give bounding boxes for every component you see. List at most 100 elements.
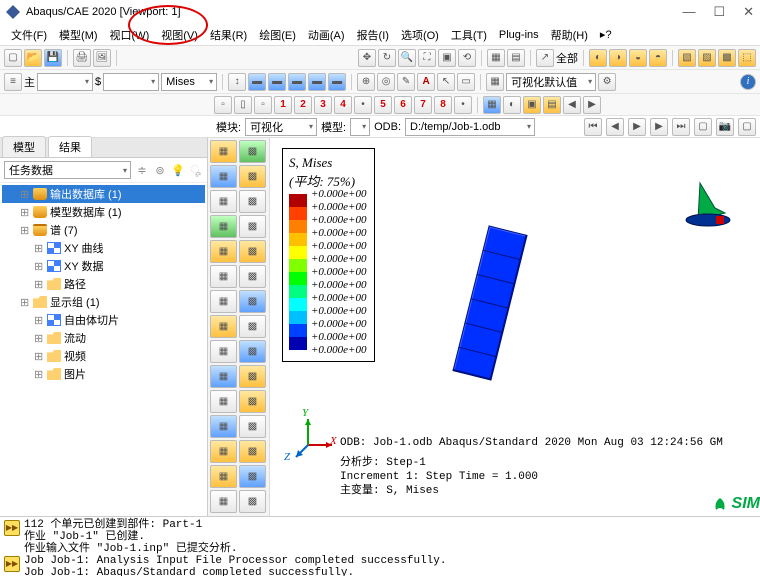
tab-results[interactable]: 结果: [48, 136, 92, 157]
toolbox-btn[interactable]: ▦: [210, 290, 237, 313]
tb-cursor[interactable]: ↖: [437, 73, 455, 91]
menu-report[interactable]: 报告(I): [352, 25, 394, 45]
menu-plot[interactable]: 绘图(E): [254, 25, 301, 45]
tb-ar1[interactable]: ◀: [563, 96, 581, 114]
tb-num4[interactable]: 4: [334, 96, 352, 114]
toolbox-btn[interactable]: ▩: [239, 265, 266, 288]
primary-combo[interactable]: [37, 73, 93, 91]
menu-viewport[interactable]: 视口(W): [105, 25, 155, 45]
tb-q3[interactable]: ✎: [397, 73, 415, 91]
tb-v5[interactable]: ▬: [308, 73, 326, 91]
toolbox-btn[interactable]: ▦: [210, 215, 237, 238]
toolbox-btn[interactable]: ▩: [239, 140, 266, 163]
toolbox-btn[interactable]: ▩: [239, 240, 266, 263]
toolbox-btn[interactable]: ▩: [239, 465, 266, 488]
toolbox-btn[interactable]: ▦: [210, 390, 237, 413]
tb-extra1[interactable]: ▢: [694, 118, 712, 136]
menu-whatsthis[interactable]: ▸?: [595, 26, 617, 43]
tree-node[interactable]: ⊞谱 (7): [2, 221, 205, 239]
results-tree[interactable]: ⊞输出数据库 (1)⊞模型数据库 (1)⊞谱 (7)⊞XY 曲线⊞XY 数据⊞路…: [0, 183, 207, 516]
tb-grid2[interactable]: ▤: [507, 49, 525, 67]
tb-grid1[interactable]: ▦: [487, 49, 505, 67]
tb-pick1[interactable]: ◐: [589, 49, 607, 67]
tb-vi3[interactable]: ▫: [254, 96, 272, 114]
menu-options[interactable]: 选项(O): [396, 25, 444, 45]
tb-pan[interactable]: ✥: [358, 49, 376, 67]
graphics-viewport[interactable]: S, Mises (平均: 75%) +0.000e+00+0.000e+00+…: [270, 138, 760, 516]
toolbox-btn[interactable]: ▩: [239, 165, 266, 188]
task-target-icon[interactable]: ⊚: [153, 163, 167, 177]
menu-plugins[interactable]: Plug-ins: [494, 27, 544, 43]
toolbox-btn[interactable]: ▦: [210, 365, 237, 388]
tb-v1[interactable]: ↕: [228, 73, 246, 91]
toolbox-btn[interactable]: ▦: [210, 265, 237, 288]
tb-dot2[interactable]: •: [454, 96, 472, 114]
toolbox-btn[interactable]: ▩: [239, 365, 266, 388]
tb-v2[interactable]: ▬: [248, 73, 266, 91]
frame-next[interactable]: ▶: [650, 118, 668, 136]
frame-first[interactable]: ⏮: [584, 118, 602, 136]
tb-save[interactable]: 💾: [44, 49, 62, 67]
tb-zoomwin[interactable]: ⛶: [418, 49, 436, 67]
frame-prev[interactable]: ◀: [606, 118, 624, 136]
module-combo[interactable]: 可视化: [245, 118, 317, 136]
menu-tools[interactable]: 工具(T): [446, 25, 492, 45]
tb-fit[interactable]: ▣: [438, 49, 456, 67]
toolbox-btn[interactable]: ▩: [239, 415, 266, 438]
tb-extra2[interactable]: ▢: [738, 118, 756, 136]
tree-node[interactable]: ⊞输出数据库 (1): [2, 185, 205, 203]
toolbox-btn[interactable]: ▩: [239, 190, 266, 213]
tb-v4[interactable]: ▬: [288, 73, 306, 91]
tb-field[interactable]: ≡: [4, 73, 22, 91]
toolbox-btn[interactable]: ▦: [210, 340, 237, 363]
tb-num2[interactable]: 2: [294, 96, 312, 114]
tb-num5[interactable]: 5: [374, 96, 392, 114]
task-settings-icon[interactable]: ೄ: [189, 163, 203, 177]
menu-help[interactable]: 帮助(H): [546, 25, 593, 45]
tree-node[interactable]: ⊞图片: [2, 365, 205, 383]
odb-combo[interactable]: D:/temp/Job-1.odb: [405, 118, 535, 136]
tb-num3[interactable]: 3: [314, 96, 332, 114]
task-bulb-icon[interactable]: 💡: [171, 163, 185, 177]
tree-node[interactable]: ⊞流动: [2, 329, 205, 347]
tb-v3[interactable]: ▬: [268, 73, 286, 91]
toolbox-btn[interactable]: ▦: [210, 490, 237, 513]
tb-zoom[interactable]: 🔍: [398, 49, 416, 67]
tb-pick2[interactable]: ◑: [609, 49, 627, 67]
tb-num7[interactable]: 7: [414, 96, 432, 114]
menu-view[interactable]: 视图(V): [156, 25, 203, 45]
info-button[interactable]: i: [740, 74, 756, 90]
tree-node[interactable]: ⊞XY 曲线: [2, 239, 205, 257]
tb-pick4[interactable]: ◓: [649, 49, 667, 67]
toolbox-btn[interactable]: ▩: [239, 340, 266, 363]
tb-open[interactable]: 📂: [24, 49, 42, 67]
tb-vi2[interactable]: ▯: [234, 96, 252, 114]
tb-image[interactable]: 🖼: [93, 49, 111, 67]
toolbox-btn[interactable]: ▦: [210, 465, 237, 488]
tb-cfg[interactable]: ⚙: [598, 73, 616, 91]
tb-num6[interactable]: 6: [394, 96, 412, 114]
message-area[interactable]: ▶▶ 112 个单元已创建到部件: Part-1 作业 "Job-1" 已创建.…: [0, 516, 760, 576]
tree-node[interactable]: ⊞模型数据库 (1): [2, 203, 205, 221]
tree-node[interactable]: ⊞视频: [2, 347, 205, 365]
tb-cycle[interactable]: ⟲: [458, 49, 476, 67]
tb-wire[interactable]: ▦: [483, 96, 501, 114]
frame-last[interactable]: ⏭: [672, 118, 690, 136]
toolbox-btn[interactable]: ▩: [239, 440, 266, 463]
tb-v6[interactable]: ▬: [328, 73, 346, 91]
tb-pick3[interactable]: ◒: [629, 49, 647, 67]
toolbox-btn[interactable]: ▦: [210, 440, 237, 463]
toolbox-btn[interactable]: ▦: [210, 415, 237, 438]
tree-node[interactable]: ⊞XY 数据: [2, 257, 205, 275]
tree-node[interactable]: ⊞显示组 (1): [2, 293, 205, 311]
tb-annot-a[interactable]: A: [417, 73, 435, 91]
tb-q1[interactable]: ⊕: [357, 73, 375, 91]
toolbox-btn[interactable]: ▩: [239, 290, 266, 313]
tb-box4[interactable]: ⬚: [738, 49, 756, 67]
tb-print[interactable]: 🖨: [73, 49, 91, 67]
mises-combo[interactable]: Mises: [161, 73, 217, 91]
task-filter-icon[interactable]: ≑: [135, 163, 149, 177]
toolbox-btn[interactable]: ▦: [210, 315, 237, 338]
toolbox-btn[interactable]: ▩: [239, 390, 266, 413]
tb-ar2[interactable]: ▶: [583, 96, 601, 114]
